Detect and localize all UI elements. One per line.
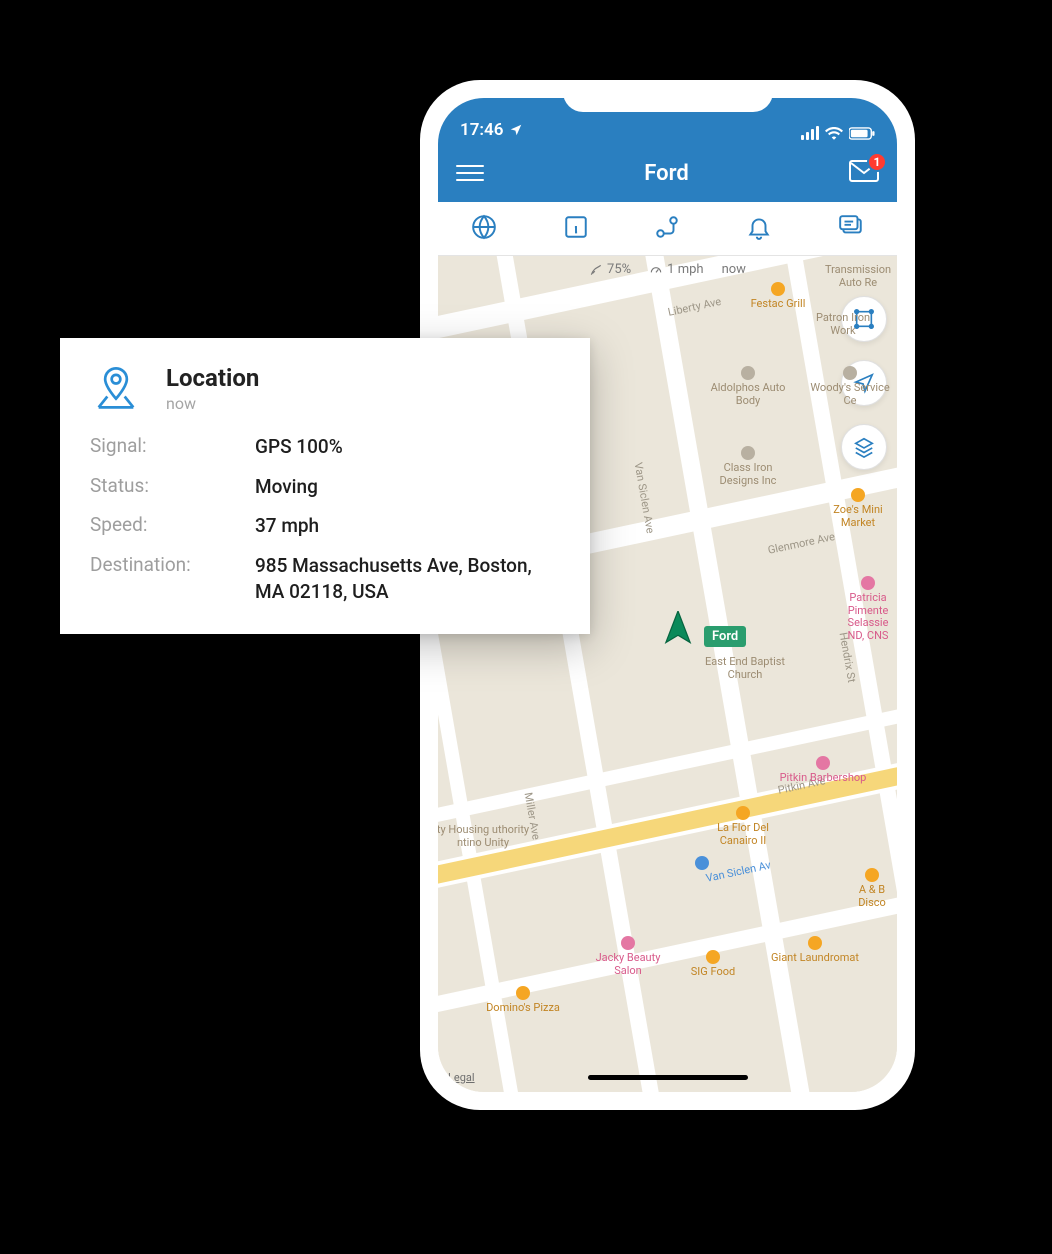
card-title: Location: [166, 364, 259, 392]
chat-icon: [838, 214, 864, 240]
layers-icon: [853, 436, 875, 458]
card-timestamp: now: [166, 394, 259, 413]
map-controls: [841, 296, 887, 470]
battery-icon: [849, 127, 875, 140]
location-arrow-icon: [509, 123, 523, 137]
speed-card-value: 37 mph: [255, 513, 560, 539]
navigate-icon: [853, 372, 875, 394]
satellite-icon: [589, 263, 603, 277]
tab-info[interactable]: [563, 214, 589, 244]
map-status-bar: 75% 1 mph now: [438, 262, 897, 277]
tab-globe[interactable]: [471, 214, 497, 244]
home-indicator: [588, 1075, 748, 1080]
tab-chat[interactable]: [838, 214, 864, 244]
timestamp-value: now: [722, 262, 746, 277]
globe-icon: [471, 214, 497, 240]
tab-notifications[interactable]: [746, 214, 772, 244]
geofence-icon: [853, 308, 875, 330]
map-legal-link[interactable]: Legal: [448, 1071, 475, 1084]
status-time: 17:46: [460, 120, 503, 140]
geofence-button[interactable]: [841, 296, 887, 342]
signal-label: Signal:: [90, 434, 245, 460]
speed-gauge-icon: [649, 263, 663, 277]
destination-value: 985 Massachusetts Ave, Boston, MA 02118,…: [255, 553, 560, 604]
vehicle-marker[interactable]: [663, 611, 693, 649]
messages-button[interactable]: 1: [849, 160, 879, 186]
nav-bar: Ford 1: [438, 144, 897, 202]
wifi-icon: [825, 126, 843, 140]
speed-value: 1 mph: [667, 262, 703, 277]
bell-icon: [746, 214, 772, 240]
menu-button[interactable]: [456, 165, 484, 181]
speed-label: Speed:: [90, 513, 245, 539]
phone-notch: [563, 80, 773, 112]
route-icon: [654, 214, 680, 240]
destination-label: Destination:: [90, 553, 245, 604]
cellular-icon: [801, 126, 819, 140]
tab-route[interactable]: [654, 214, 680, 244]
status-value: Moving: [255, 474, 560, 500]
vehicle-label[interactable]: Ford: [704, 626, 746, 647]
satellite-value: 75%: [607, 262, 631, 277]
signal-value: GPS 100%: [255, 434, 560, 460]
location-card: Location now Signal: GPS 100% Status: Mo…: [60, 338, 590, 634]
info-icon: [563, 214, 589, 240]
recenter-button[interactable]: [841, 360, 887, 406]
tab-bar: [438, 202, 897, 256]
status-label: Status:: [90, 474, 245, 500]
nav-title: Ford: [644, 161, 688, 186]
location-pin-icon: [90, 364, 142, 416]
layers-button[interactable]: [841, 424, 887, 470]
vehicle-arrow-icon: [663, 611, 693, 645]
notification-badge: 1: [867, 152, 887, 172]
